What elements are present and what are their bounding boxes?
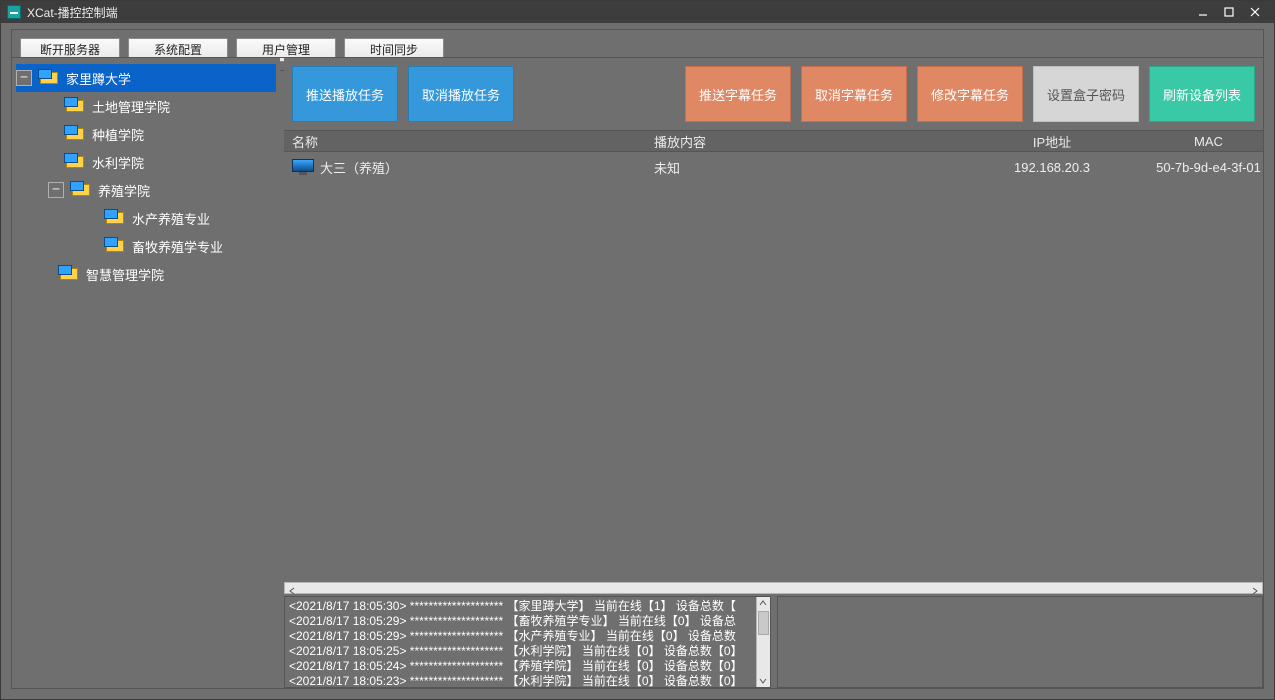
window-controls (1190, 3, 1268, 21)
set-box-password-button[interactable]: 设置盒子密码 (1033, 66, 1139, 122)
log-pane-right (777, 596, 1264, 688)
scroll-down-icon[interactable] (757, 675, 770, 687)
tree-node-label: 种植学院 (92, 125, 144, 144)
action-bar: 推送播放任务 取消播放任务 推送字幕任务 取消字幕任务 修改字幕任务 设置盒子密… (284, 58, 1263, 130)
device-grid-body: 大三（养殖） 未知 192.168.20.3 50-7b-9d-e4-3f-01 (284, 152, 1263, 582)
column-header-play[interactable]: 播放内容 (654, 132, 950, 151)
titlebar: XCat-播控控制端 (1, 1, 1274, 23)
folder-icon (70, 181, 92, 199)
folder-icon (104, 209, 126, 227)
log-line: <2021/8/17 18:05:23> *******************… (289, 674, 766, 688)
folder-icon (64, 97, 86, 115)
tree-node[interactable]: 水产养殖专业 (16, 204, 276, 232)
device-play-cell: 未知 (654, 158, 950, 177)
window-title: XCat-播控控制端 (27, 4, 118, 21)
tree-node-label: 养殖学院 (98, 181, 150, 200)
vertical-scrollbar[interactable] (756, 597, 770, 687)
column-header-name[interactable]: 名称 (284, 132, 654, 151)
maximize-button[interactable] (1216, 3, 1242, 21)
horizontal-scrollbar[interactable] (284, 582, 1263, 594)
log-line: <2021/8/17 18:05:25> *******************… (289, 644, 766, 659)
tree-toggle-icon[interactable]: − (16, 70, 32, 86)
tree-node-label: 水产养殖专业 (132, 209, 210, 228)
column-header-mac[interactable]: MAC (1154, 134, 1263, 149)
refresh-device-list-button[interactable]: 刷新设备列表 (1149, 66, 1255, 122)
app-icon (7, 5, 21, 19)
minimize-button[interactable] (1190, 3, 1216, 21)
column-header-ip[interactable]: IP地址 (950, 132, 1154, 151)
modify-subtitle-task-button[interactable]: 修改字幕任务 (917, 66, 1023, 122)
folder-icon (104, 237, 126, 255)
tree-toggle-icon[interactable]: − (48, 182, 64, 198)
log-area: <2021/8/17 18:05:30> *******************… (284, 596, 1263, 688)
tree-node-label: 家里蹲大学 (66, 69, 131, 88)
push-subtitle-task-button[interactable]: 推送字幕任务 (685, 66, 791, 122)
tree-node[interactable]: 土地管理学院 (16, 92, 276, 120)
device-mac-cell: 50-7b-9d-e4-3f-01 (1154, 160, 1263, 175)
folder-icon (38, 69, 60, 87)
tree-node-label: 智慧管理学院 (86, 265, 164, 284)
monitor-icon (292, 159, 314, 175)
scroll-right-icon[interactable] (1250, 584, 1260, 592)
device-ip-cell: 192.168.20.3 (950, 160, 1154, 175)
push-play-task-button[interactable]: 推送播放任务 (292, 66, 398, 122)
tree-node[interactable]: 畜牧养殖学专业 (16, 232, 276, 260)
right-pane: 推送播放任务 取消播放任务 推送字幕任务 取消字幕任务 修改字幕任务 设置盒子密… (284, 58, 1263, 688)
tree-node-label: 土地管理学院 (92, 97, 170, 116)
device-name-cell: 大三（养殖） (320, 158, 398, 177)
scrollbar-thumb[interactable] (758, 611, 769, 635)
tree-node[interactable]: 智慧管理学院 (16, 260, 276, 288)
tree-node-label: 畜牧养殖学专业 (132, 237, 223, 256)
folder-icon (64, 125, 86, 143)
close-button[interactable] (1242, 3, 1268, 21)
log-line: <2021/8/17 18:05:24> *******************… (289, 659, 766, 674)
tree-node[interactable]: 水利学院 (16, 148, 276, 176)
scroll-left-icon[interactable] (287, 584, 297, 592)
org-tree[interactable]: − 家里蹲大学 土地管理学院 种植学院 水利学院 (12, 58, 280, 294)
scroll-up-icon[interactable] (757, 597, 770, 609)
cancel-subtitle-task-button[interactable]: 取消字幕任务 (801, 66, 907, 122)
tree-node[interactable]: − 养殖学院 (16, 176, 276, 204)
org-tree-pane: − 家里蹲大学 土地管理学院 种植学院 水利学院 (12, 58, 280, 688)
tree-node-label: 水利学院 (92, 153, 144, 172)
app-window: XCat-播控控制端 断开服务器 系统配置 用户管理 时间同步 − 家里蹲大学 (0, 0, 1275, 700)
folder-icon (58, 265, 80, 283)
folder-icon (64, 153, 86, 171)
log-line: <2021/8/17 18:05:29> *******************… (289, 614, 766, 629)
content-panel: − 家里蹲大学 土地管理学院 种植学院 水利学院 (11, 57, 1264, 689)
log-line: <2021/8/17 18:05:29> *******************… (289, 629, 766, 644)
tree-node[interactable]: 种植学院 (16, 120, 276, 148)
device-grid-header: 名称 播放内容 IP地址 MAC (284, 130, 1263, 152)
table-row[interactable]: 大三（养殖） 未知 192.168.20.3 50-7b-9d-e4-3f-01 (284, 152, 1263, 182)
log-line: <2021/8/17 18:05:30> *******************… (289, 599, 766, 614)
tree-node-root[interactable]: − 家里蹲大学 (16, 64, 276, 92)
log-pane-left: <2021/8/17 18:05:30> *******************… (284, 596, 771, 688)
log-lines: <2021/8/17 18:05:30> *******************… (285, 597, 770, 688)
cancel-play-task-button[interactable]: 取消播放任务 (408, 66, 514, 122)
